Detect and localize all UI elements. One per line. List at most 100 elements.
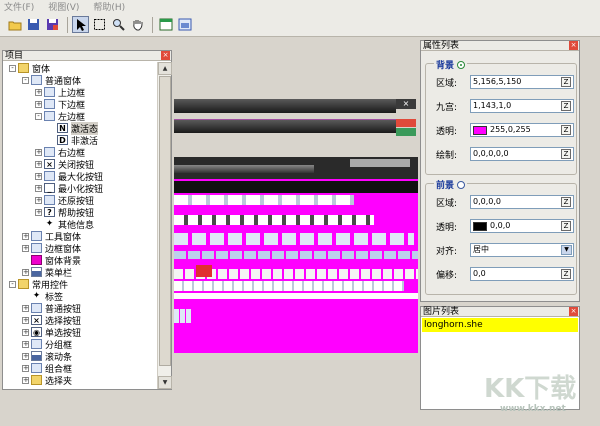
tree-item[interactable]: + ◉ 单选按钮	[22, 326, 81, 339]
color-swatch[interactable]	[473, 221, 487, 231]
fg-offset-input[interactable]: 0,0 Z	[470, 267, 574, 281]
tree-item[interactable]: + 上边框	[35, 86, 85, 99]
scroll-thumb[interactable]	[159, 76, 171, 366]
watermark: KK下载 www.kkx.net	[478, 368, 600, 418]
tree-item[interactable]: - 普通窗体	[22, 74, 81, 87]
background-group-title: 背景	[434, 58, 468, 71]
close-icon[interactable]: ×	[569, 41, 578, 50]
tree-item[interactable]: + 菜单栏	[22, 266, 72, 279]
collapse-icon[interactable]: -	[9, 64, 16, 72]
tree-item[interactable]: - 常用控件	[9, 278, 68, 291]
close-icon[interactable]: ×	[569, 307, 578, 316]
expand-icon[interactable]: +	[35, 196, 42, 204]
tree-item[interactable]: + × 选择按钮	[22, 314, 81, 327]
menu-help[interactable]: 帮助(H)	[93, 0, 125, 13]
expand-icon[interactable]: +	[22, 268, 29, 276]
bg-alpha-input[interactable]: 255,0,255 Z	[470, 123, 574, 137]
tree-item[interactable]: + _ 最小化按钮	[35, 182, 103, 195]
tree-item[interactable]: + 组合框	[22, 362, 72, 375]
tree-item[interactable]: N 激活态	[48, 121, 99, 135]
z-button[interactable]: Z	[561, 77, 571, 87]
tree-item[interactable]: D 非激活	[48, 134, 98, 147]
folder-icon	[18, 279, 29, 289]
expand-icon[interactable]: +	[22, 364, 29, 372]
tree-item[interactable]: + 下边框	[35, 98, 85, 111]
expand-icon[interactable]: +	[22, 232, 29, 240]
expand-icon[interactable]: +	[35, 88, 42, 96]
collapse-icon[interactable]: -	[22, 76, 29, 84]
tree-item[interactable]: - 左边框	[35, 110, 85, 123]
expand-icon[interactable]: +	[35, 184, 42, 192]
foreground-group-title: 前景	[434, 178, 468, 191]
tree-item[interactable]: + 最大化按钮	[35, 170, 103, 183]
tree-item[interactable]: 窗体背景	[22, 254, 81, 267]
fg-region-input[interactable]: 0,0,0,0 Z	[470, 195, 574, 209]
expand-icon[interactable]: +	[22, 376, 29, 384]
hand-pan-icon[interactable]	[129, 16, 146, 33]
tree-scrollbar[interactable]: ▲ ▼	[157, 62, 172, 389]
z-button[interactable]: Z	[561, 221, 571, 231]
tree-item[interactable]: + 选择夹	[22, 374, 72, 387]
tree-item[interactable]: + 工具窗体	[22, 230, 81, 243]
pointer-tool-icon[interactable]	[72, 16, 89, 33]
tree-item[interactable]: + 普通按钮	[22, 302, 81, 315]
zoom-icon[interactable]	[110, 16, 127, 33]
window-icon	[31, 75, 42, 85]
close-icon[interactable]: ×	[161, 51, 170, 60]
scroll-up-icon[interactable]: ▲	[158, 62, 172, 75]
bg-draw-input[interactable]: 0,0,0,0,0 Z	[470, 147, 574, 161]
expand-icon[interactable]: +	[35, 160, 42, 168]
tree-item[interactable]: ✦ 标签	[22, 290, 63, 303]
tree-item[interactable]: + 分组框	[22, 338, 72, 351]
bg-region-input[interactable]: 5,156,5,150 Z	[470, 75, 574, 89]
z-button[interactable]: Z	[561, 149, 571, 159]
color-swatch[interactable]	[473, 125, 487, 135]
collapse-icon[interactable]: -	[35, 112, 42, 120]
window-icon	[31, 339, 42, 349]
tree-item[interactable]: + 右边框	[35, 146, 85, 159]
project-tree: - 窗体 - 普通窗体 + 上边框 + 下边框 - 左边框 N 激活态 D 非激活 + 右边框 + × 关闭按钮 + 最…	[3, 62, 158, 389]
bg-grid-input[interactable]: 1,143,1,0 Z	[470, 99, 574, 113]
image-list-item[interactable]: longhorn.she	[422, 318, 578, 332]
open-folder-icon[interactable]	[6, 16, 23, 33]
expand-icon[interactable]: +	[35, 100, 42, 108]
menu-view[interactable]: 视图(V)	[48, 0, 79, 13]
bg-region-label: 区域:	[436, 79, 458, 89]
expand-icon[interactable]: +	[35, 148, 42, 156]
z-button[interactable]: Z	[561, 125, 571, 135]
z-button[interactable]: Z	[561, 197, 571, 207]
expand-icon[interactable]: +	[22, 304, 29, 312]
expand-icon[interactable]: +	[22, 340, 29, 348]
z-button[interactable]: Z	[561, 101, 571, 111]
settings-window-icon[interactable]	[176, 16, 193, 33]
tree-item[interactable]: +? 帮助按钮	[35, 206, 94, 219]
window-icon	[31, 363, 42, 373]
background-radio[interactable]	[457, 60, 466, 69]
expand-icon[interactable]: +	[22, 244, 29, 252]
expand-icon[interactable]: +	[35, 172, 42, 180]
tree-item[interactable]: + 还原按钮	[35, 194, 94, 207]
skin-image-canvas[interactable]	[174, 157, 418, 353]
tree-item[interactable]: + 滚动条	[22, 350, 72, 363]
foreground-radio[interactable]	[457, 180, 466, 189]
tree-item[interactable]: + 边框窗体	[22, 242, 81, 255]
fg-align-select[interactable]: 居中 ▼	[470, 243, 574, 257]
tree-item[interactable]: ✦ 其他信息	[35, 218, 94, 231]
marquee-select-icon[interactable]	[91, 16, 108, 33]
chevron-down-icon[interactable]: ▼	[561, 245, 572, 255]
preview-window-icon[interactable]	[157, 16, 174, 33]
tree-item[interactable]: - 窗体	[9, 62, 50, 75]
tree-item[interactable]: + × 关闭按钮	[35, 158, 94, 171]
color-icon	[31, 255, 42, 265]
menu-file[interactable]: 文件(F)	[4, 0, 34, 13]
save-as-icon[interactable]	[44, 16, 61, 33]
fg-alpha-input[interactable]: 0,0,0 Z	[470, 219, 574, 233]
expand-icon[interactable]: +	[22, 352, 29, 360]
z-button[interactable]: Z	[561, 269, 571, 279]
save-icon[interactable]	[25, 16, 42, 33]
expand-icon[interactable]: +	[22, 328, 29, 336]
collapse-icon[interactable]: -	[9, 280, 16, 288]
scroll-down-icon[interactable]: ▼	[158, 376, 172, 389]
expand-icon[interactable]: +	[35, 208, 42, 216]
expand-icon[interactable]: +	[22, 316, 29, 324]
